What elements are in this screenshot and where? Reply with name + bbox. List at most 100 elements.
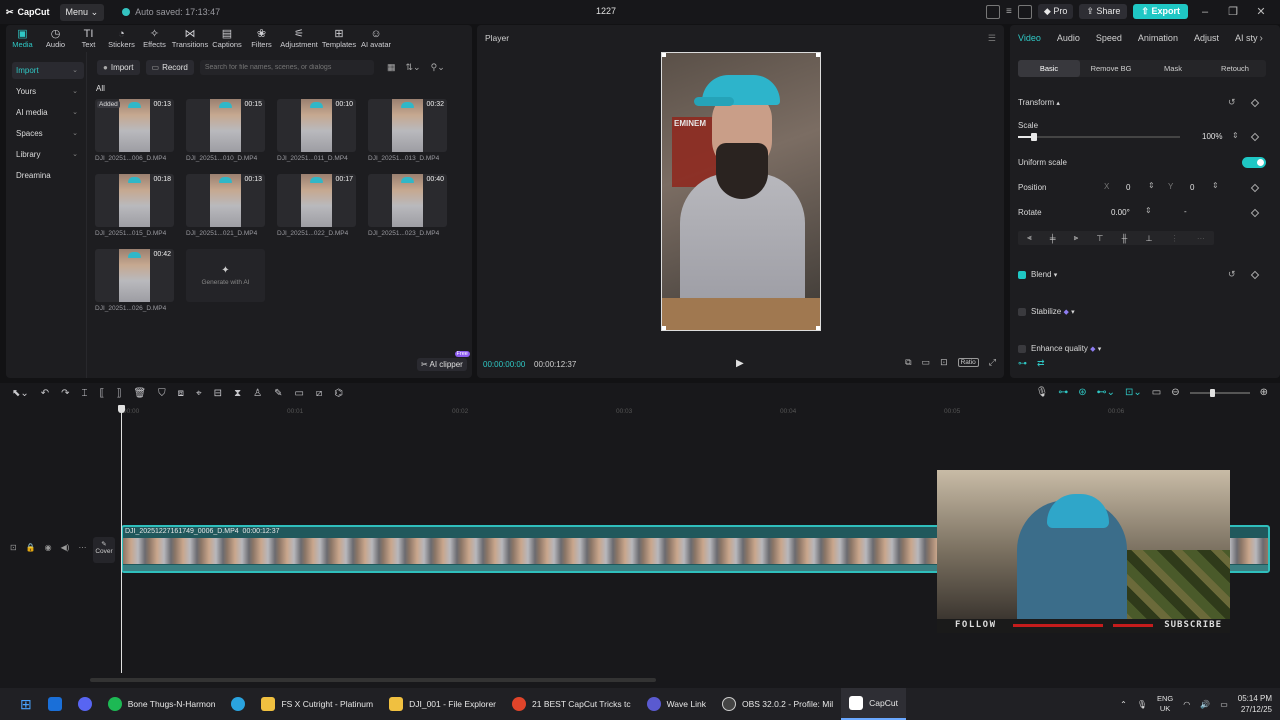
media-thumbnail[interactable]: Added 00:13 xyxy=(95,99,174,152)
mirror-icon[interactable]: ⧗ xyxy=(234,388,241,399)
sync-icon[interactable]: ⇄ xyxy=(1037,358,1045,369)
tab-templates[interactable]: ⊞ Templates xyxy=(320,25,358,52)
transform-section-header[interactable]: Transform ▴ xyxy=(1018,98,1060,107)
tab-media[interactable]: ▣ Media xyxy=(6,25,39,52)
taskbar-capcut[interactable]: CapCut xyxy=(841,688,906,720)
more-icon[interactable]: ⋯ xyxy=(78,543,86,552)
language-indicator[interactable]: ENG UK xyxy=(1157,694,1173,714)
taskbar-browser[interactable]: 21 BEST CapCut Tricks tc xyxy=(504,688,639,720)
link-icon[interactable]: ⊶ xyxy=(1018,358,1027,369)
delete-icon[interactable]: 🗑 xyxy=(133,388,146,399)
media-item[interactable]: Added 00:13 DJI_20251...006_D.MP4 xyxy=(95,99,174,162)
chevron-right-icon[interactable]: › xyxy=(1259,33,1262,44)
position-y-input[interactable]: 0 xyxy=(1190,183,1194,192)
stabilize-checkbox[interactable] xyxy=(1018,308,1026,316)
taskbar-discord[interactable] xyxy=(70,688,100,720)
media-item[interactable]: 00:10 DJI_20251...011_D.MP4 xyxy=(277,99,356,162)
resize-handle[interactable] xyxy=(816,53,820,57)
tab-adjustment[interactable]: ⚟ Adjustment xyxy=(278,25,320,52)
enhance-quality-checkbox[interactable] xyxy=(1018,345,1026,353)
hamburger-menu-icon[interactable]: ☰ xyxy=(988,33,996,44)
sidenav-item-ai-media[interactable]: AI media ⌄ xyxy=(12,104,84,121)
keyframe-icon[interactable] xyxy=(1250,270,1260,280)
link-clips-icon[interactable]: ⊶ xyxy=(1058,387,1068,398)
media-thumbnail[interactable]: 00:17 xyxy=(277,174,356,227)
tab-audio-props[interactable]: Audio xyxy=(1049,33,1088,43)
snapshot-icon[interactable]: ⊡ xyxy=(940,357,948,368)
microphone-icon[interactable]: 🎙 xyxy=(1036,387,1049,398)
stepper-icon[interactable]: ⇕ xyxy=(1212,181,1219,190)
scale-value[interactable]: 100% xyxy=(1202,132,1222,141)
clock[interactable]: 05:14 PM 27/12/25 xyxy=(1238,693,1272,715)
menu-button[interactable]: Menu ⌄ xyxy=(59,3,105,21)
undo-icon[interactable]: ↶ xyxy=(41,388,49,399)
align-left-icon[interactable]: ⫷ xyxy=(1027,233,1032,243)
media-thumbnail[interactable]: 00:42 xyxy=(95,249,174,302)
video-preview[interactable]: EMINEM xyxy=(661,52,821,331)
play-icon[interactable]: ▶ xyxy=(736,358,744,369)
magnet-icon[interactable]: ⊛ xyxy=(1078,387,1086,398)
magic-icon[interactable]: ✎ xyxy=(274,388,282,399)
lock-icon[interactable]: 🔒 xyxy=(26,543,36,552)
sidenav-item-dreamina[interactable]: Dreamina xyxy=(12,167,84,184)
speed-ramp-icon[interactable]: ⌬ xyxy=(334,388,343,399)
remove-bg-icon[interactable]: ♙ xyxy=(253,388,262,399)
freeze-icon[interactable]: ⊟ xyxy=(214,388,222,399)
eye-icon[interactable]: ◉ xyxy=(45,543,52,552)
layout-icon[interactable] xyxy=(986,4,1001,19)
resize-handle[interactable] xyxy=(816,326,820,330)
minimize-icon[interactable]: – xyxy=(1194,6,1216,18)
media-thumbnail[interactable]: 00:40 xyxy=(368,174,447,227)
sidenav-item-yours[interactable]: Yours ⌄ xyxy=(12,83,84,100)
export-frame-icon[interactable]: ⧄ xyxy=(316,388,322,399)
quality-icon[interactable]: ▭ xyxy=(922,357,931,368)
align-bottom-icon[interactable]: ⊥ xyxy=(1145,234,1152,243)
split-right-icon[interactable]: ⟧ xyxy=(117,388,122,399)
media-item[interactable]: 00:40 DJI_20251...023_D.MP4 xyxy=(368,174,447,237)
tab-adjust[interactable]: Adjust xyxy=(1186,33,1227,43)
keyframe-icon[interactable] xyxy=(1250,183,1260,193)
taskbar-outlook[interactable] xyxy=(40,688,70,720)
taskbar-file-explorer[interactable]: DJI_001 - File Explorer xyxy=(381,688,504,720)
playhead-handle[interactable] xyxy=(118,405,125,413)
position-x-input[interactable]: 0 xyxy=(1126,183,1130,192)
preview-axis-icon[interactable]: ⊡⌄ xyxy=(1125,387,1142,398)
tab-ai-style[interactable]: AI sty xyxy=(1227,33,1260,43)
align-top-icon[interactable]: ⊤ xyxy=(1096,234,1103,243)
taskbar-folder-fs[interactable]: FS X Cutright - Platinum xyxy=(253,688,381,720)
subtab-remove-bg[interactable]: Remove BG xyxy=(1080,60,1142,77)
close-icon[interactable]: ✕ xyxy=(1250,5,1272,18)
sidenav-item-import[interactable]: Import ⌄ xyxy=(12,62,84,79)
ai-clipper-button[interactable]: ✂ AI clipper Free xyxy=(417,351,470,371)
media-item[interactable]: 00:42 DJI_20251...026_D.MP4 xyxy=(95,249,174,312)
rotate-input[interactable]: 0.00° xyxy=(1111,208,1130,217)
align-center-h-icon[interactable]: ╪ xyxy=(1050,234,1056,243)
settings-icon[interactable]: ≡ xyxy=(1006,6,1012,17)
media-thumbnail[interactable]: 00:10 xyxy=(277,99,356,152)
resize-handle[interactable] xyxy=(662,326,666,330)
filter-icon[interactable]: ⚲⌄ xyxy=(431,62,445,73)
start-button[interactable]: ⊞ xyxy=(12,688,40,720)
sidenav-item-library[interactable]: Library ⌄ xyxy=(12,146,84,163)
subtab-basic[interactable]: Basic xyxy=(1018,60,1080,77)
mic-tray-icon[interactable]: 🎙 xyxy=(1137,700,1147,709)
tab-text[interactable]: TI Text xyxy=(72,25,105,52)
import-button[interactable]: ● Import xyxy=(97,60,140,75)
scale-slider[interactable] xyxy=(1018,136,1180,138)
taskbar-wave-link[interactable]: Wave Link xyxy=(639,688,714,720)
tab-animation[interactable]: Animation xyxy=(1130,33,1186,43)
ratio-button[interactable]: Ratio xyxy=(957,358,979,367)
subtitle-icon[interactable]: ▭ xyxy=(294,388,303,399)
wifi-icon[interactable]: ◠ xyxy=(1183,700,1190,709)
rotate-dial[interactable]: - xyxy=(1184,207,1187,216)
tab-audio[interactable]: ◷ Audio xyxy=(39,25,72,52)
grid-view-icon[interactable]: ▦ xyxy=(387,62,396,73)
media-thumbnail[interactable]: 00:13 xyxy=(186,174,265,227)
sidenav-item-spaces[interactable]: Spaces ⌄ xyxy=(12,125,84,142)
taskbar-telegram[interactable] xyxy=(223,688,253,720)
project-title[interactable]: 1227 xyxy=(596,6,616,16)
media-item[interactable]: 00:32 DJI_20251...013_D.MP4 xyxy=(368,99,447,162)
keyframe-icon[interactable] xyxy=(1250,208,1260,218)
chevron-up-icon[interactable]: ⌃ xyxy=(1120,700,1127,709)
subtab-retouch[interactable]: Retouch xyxy=(1204,60,1266,77)
